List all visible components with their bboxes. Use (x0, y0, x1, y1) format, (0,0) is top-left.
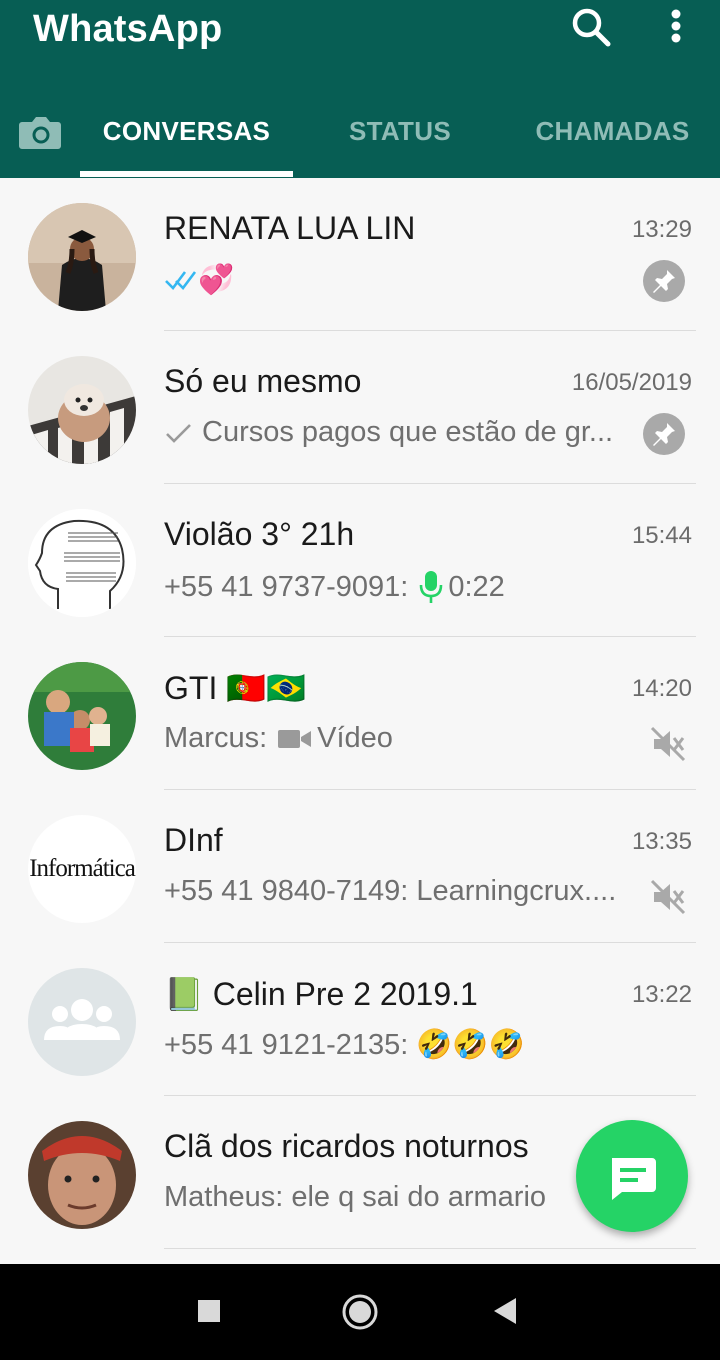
app-title: WhatsApp (33, 8, 223, 50)
more-options-icon[interactable] (660, 6, 692, 50)
chat-row[interactable]: Violão 3° 21h 15:44 +55 41 9737-9091: 0:… (0, 484, 720, 637)
mute-icon (650, 879, 686, 915)
preview-text: Cursos pagos que estão de gr... (202, 416, 614, 448)
system-nav-bar (0, 1264, 720, 1360)
chat-preview: Marcus: Vídeo (164, 722, 393, 755)
pin-icon (643, 260, 685, 302)
home-icon[interactable] (340, 1292, 380, 1332)
double-check-read-icon (165, 271, 197, 290)
app-bar: WhatsApp CONVERSAS STATUS CHAMADAS (0, 0, 720, 178)
chat-preview: +55 41 9737-9091: 0:22 (164, 569, 505, 605)
preview-emoji: 🤣🤣🤣 (416, 1029, 525, 1061)
tab-status[interactable]: STATUS (320, 113, 480, 149)
chat-time: 13:35 (631, 828, 692, 855)
chat-preview: +55 41 9121-2135: 🤣🤣🤣 (164, 1028, 525, 1062)
tab-chamadas[interactable]: CHAMADAS (520, 113, 705, 149)
avatar[interactable] (28, 1121, 136, 1229)
chat-time: 14:20 (631, 675, 692, 702)
pin-icon (643, 413, 685, 455)
chat-preview: +55 41 9840-7149: Learningcrux.... (164, 875, 616, 908)
preview-text: +55 41 9840-7149: Learningcrux.... (164, 875, 617, 907)
avatar[interactable]: Informática (28, 815, 136, 923)
chat-name: Clã dos ricardos noturnos (164, 1128, 529, 1164)
voice-duration: 0:22 (448, 570, 505, 603)
microphone-icon (420, 571, 443, 603)
recent-apps-icon[interactable] (196, 1298, 224, 1326)
avatar[interactable] (28, 968, 136, 1076)
search-icon[interactable] (568, 4, 614, 50)
camera-icon[interactable] (16, 108, 64, 156)
chat-row[interactable]: Só eu mesmo 16/05/2019 Cursos pagos que … (0, 331, 720, 484)
chat-row[interactable]: Informática DInf 13:35 +55 41 9840-7149:… (0, 790, 720, 943)
chat-row[interactable]: 📗 Celin Pre 2 2019.1 13:22 +55 41 9121-2… (0, 943, 720, 1096)
chat-time: 13:29 (631, 216, 692, 243)
group-icon (44, 999, 120, 1040)
preview-emoji: 💞 (198, 264, 235, 296)
tab-conversas[interactable]: CONVERSAS (80, 113, 293, 149)
chat-time: 15:44 (631, 522, 692, 549)
chat-row[interactable]: RENATA LUA LIN 13:29 💞 (0, 178, 720, 331)
preview-sender: +55 41 9121-2135: (164, 1028, 409, 1061)
preview-text: Vídeo (317, 722, 393, 754)
single-check-icon (166, 423, 191, 443)
mute-icon (650, 726, 686, 762)
chat-row[interactable]: GTI 🇵🇹🇧🇷 14:20 Marcus: Vídeo (0, 637, 720, 790)
preview-text: Matheus: ele q sai do armario (164, 1181, 547, 1213)
chat-name: Violão 3° 21h (164, 516, 355, 552)
chat-time: 13:22 (631, 981, 692, 1008)
chat-preview: Matheus: ele q sai do armario (164, 1181, 546, 1214)
avatar[interactable] (28, 509, 136, 617)
avatar-text: Informática (29, 855, 136, 882)
chat-time: 16/05/2019 (571, 369, 692, 396)
chat-preview: 💞 (164, 263, 234, 297)
chat-name: 📗 Celin Pre 2 2019.1 (164, 976, 478, 1012)
back-icon[interactable] (490, 1294, 520, 1328)
chat-name: RENATA LUA LIN (164, 210, 416, 246)
avatar[interactable] (28, 203, 136, 311)
row-divider (164, 1248, 696, 1249)
avatar[interactable] (28, 662, 136, 770)
video-camera-icon (278, 729, 312, 748)
chat-preview: Cursos pagos que estão de gr... (164, 416, 613, 449)
preview-sender: +55 41 9737-9091: (164, 570, 409, 603)
chat-name: GTI 🇵🇹🇧🇷 (164, 670, 306, 706)
chat-name: DInf (164, 822, 223, 858)
avatar[interactable] (28, 356, 136, 464)
preview-sender: Marcus: (164, 722, 268, 754)
chat-icon (612, 1158, 656, 1200)
chat-name: Só eu mesmo (164, 363, 362, 399)
new-chat-button[interactable] (576, 1120, 688, 1232)
chat-list[interactable]: RENATA LUA LIN 13:29 💞 Só eu mesmo 16/05… (0, 178, 720, 1264)
active-tab-indicator (80, 171, 293, 177)
